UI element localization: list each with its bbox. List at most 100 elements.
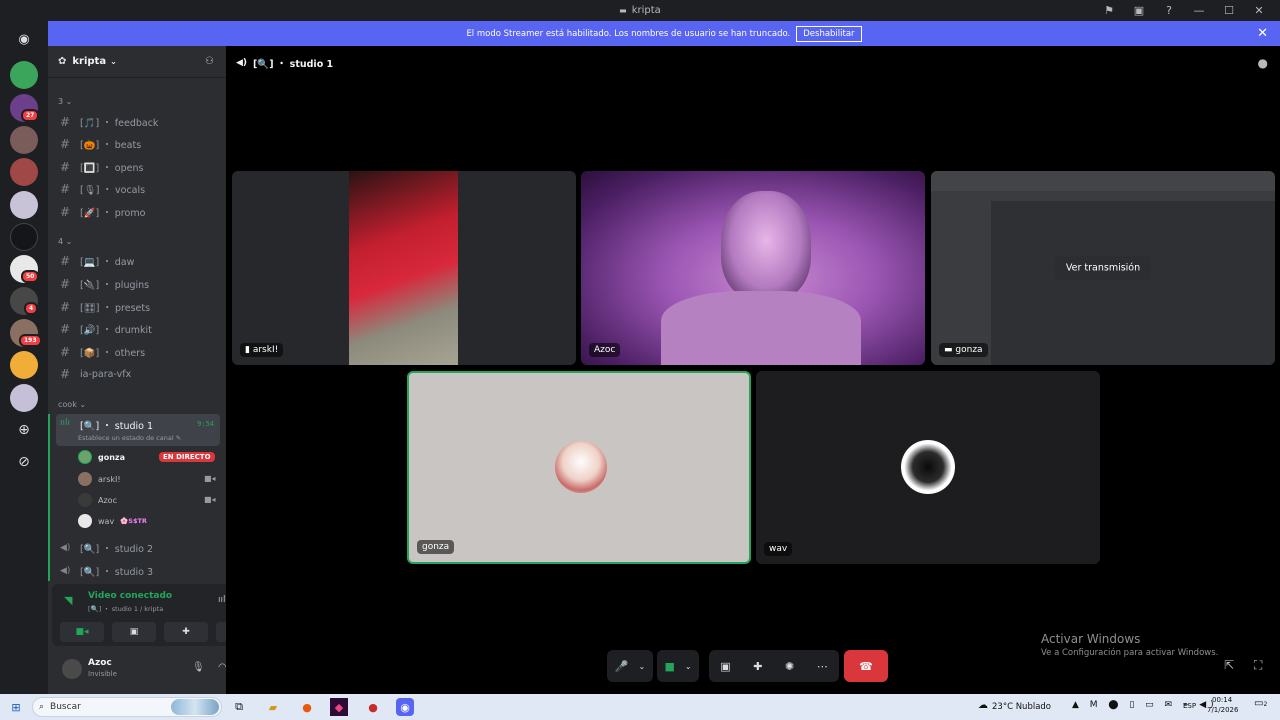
voice-member[interactable]: gonza <box>78 449 125 465</box>
tile-label: Azoc <box>589 343 621 357</box>
server-icon[interactable] <box>10 223 38 251</box>
text-channel[interactable]: # [🔌] ・ plugins <box>56 274 220 294</box>
text-channel[interactable]: # [🎃] ・ beats <box>56 134 220 154</box>
help-icon[interactable]: ? <box>1154 0 1184 21</box>
minimize-button[interactable]: — <box>1184 0 1214 21</box>
camera-toggle-button[interactable]: ■◂ <box>60 622 104 642</box>
tile-label: gonza <box>417 540 455 554</box>
activities-button[interactable]: ✚ <box>164 622 208 642</box>
mention-badge: 27 <box>21 109 40 122</box>
speaker-icon: ◀) <box>60 543 71 553</box>
avatar <box>901 440 955 494</box>
text-channel[interactable]: # [📦] ・ others <box>56 342 220 362</box>
voice-indicator-bar <box>48 414 50 581</box>
call-channel-name: [🔍] ・ studio 1 <box>253 59 334 70</box>
voice-member[interactable]: wav 🌸S$TR <box>78 513 147 529</box>
language-indicator[interactable]: ESP <box>1183 702 1196 710</box>
guild-header[interactable]: ✿ kripta ⌄ ⚇ <box>48 46 226 78</box>
voice-timer: 9:54 <box>197 420 214 428</box>
voice-channel[interactable]: ◀) [🔍] ・ studio 3 <box>56 561 220 581</box>
server-icon[interactable] <box>10 158 38 186</box>
close-button[interactable]: ✕ <box>1244 0 1274 21</box>
user-name[interactable]: Azoc <box>88 658 112 668</box>
text-channel[interactable]: # [🎙] ・ vocals <box>56 179 220 199</box>
app-icon[interactable]: ● <box>364 698 382 716</box>
explore-button[interactable]: ⊘ <box>10 448 38 476</box>
server-icon[interactable] <box>10 126 38 154</box>
chevron-down-icon[interactable]: ⌄ <box>639 662 646 671</box>
text-channel[interactable]: # [💻] ・ daw <box>56 251 220 271</box>
video-tile-speaking[interactable]: gonza <box>407 371 751 564</box>
file-explorer-icon[interactable]: ▰ <box>264 698 282 716</box>
fullscreen-icon[interactable]: ⛶ <box>1254 658 1262 673</box>
user-avatar[interactable] <box>62 659 82 679</box>
clock-time[interactable]: 00:14 <box>1212 696 1232 704</box>
text-channel[interactable]: # ia-para-vfx <box>56 364 220 384</box>
category-header[interactable]: cook ⌄ <box>58 400 86 409</box>
start-button[interactable]: ⊞ <box>7 698 25 716</box>
chat-bubble-icon[interactable]: ● <box>1258 56 1268 70</box>
windows-taskbar: ⊞ ⌕ Buscar ⧉ ▰ ● ◆ ● ◉ ☁ 23°C Nublado ▲ … <box>0 694 1280 720</box>
clock-date[interactable]: 7/1/2026 <box>1207 706 1238 714</box>
invite-icon[interactable]: ⚇ <box>205 56 214 67</box>
close-banner-icon[interactable]: ✕ <box>1257 26 1268 41</box>
video-tile[interactable]: ▮ arskI! <box>232 171 576 365</box>
video-tile[interactable]: Azoc <box>581 171 925 365</box>
notification-icon[interactable]: ▭2 <box>1254 698 1267 709</box>
maximize-button[interactable]: ☐ <box>1214 0 1244 21</box>
hash-icon: # <box>60 322 71 336</box>
more-options-icon[interactable]: ⋯ <box>817 660 828 673</box>
screen-share-icon[interactable]: ▣ <box>720 660 730 673</box>
text-channel[interactable]: # [🔊] ・ drumkit <box>56 319 220 339</box>
server-icon[interactable] <box>10 351 38 379</box>
task-view-icon[interactable]: ⧉ <box>230 698 248 716</box>
hash-icon: # <box>60 345 71 359</box>
text-channel[interactable]: # [🎵] ・ feedback <box>56 112 220 132</box>
add-server-button[interactable]: ⊕ <box>10 416 38 444</box>
inbox-icon[interactable]: ⚑ <box>1094 0 1124 21</box>
avatar <box>78 472 92 486</box>
participant-video <box>661 291 861 365</box>
channel-status-prompt[interactable]: Establece un estado de canal ✎ <box>78 434 181 442</box>
server-icon[interactable] <box>10 384 38 412</box>
microphone-icon[interactable]: 🎙 <box>192 662 205 673</box>
server-icon[interactable] <box>10 191 38 219</box>
voice-status[interactable]: Video conectado <box>88 591 172 601</box>
voice-member[interactable]: arskI! <box>78 471 121 487</box>
weather-text[interactable]: 23°C Nublado <box>992 702 1051 712</box>
disable-streamer-button[interactable]: Deshabilitar <box>796 25 862 42</box>
text-channel[interactable]: # [🔳] ・ opens <box>56 157 220 177</box>
activities-icon[interactable]: ✚ <box>753 660 762 673</box>
watch-stream-button[interactable]: Ver transmisión <box>1054 256 1152 280</box>
mailbox-icon[interactable]: ▣ <box>1124 0 1154 21</box>
hash-icon: # <box>60 300 71 314</box>
mute-control[interactable]: 🎤 ⌄ <box>607 650 653 682</box>
search-icon: ⌕ <box>39 702 45 712</box>
camera-control[interactable]: ■ ⌄ <box>657 650 699 682</box>
popout-icon[interactable]: ⇱ <box>1224 658 1234 672</box>
app-icon[interactable]: ◆ <box>330 698 348 716</box>
text-channel[interactable]: # [🚀] ・ promo <box>56 202 220 222</box>
voice-member[interactable]: Azoc <box>78 492 117 508</box>
stream-tile[interactable]: Ver transmisión ▬ gonza <box>931 171 1275 365</box>
search-placeholder: Buscar <box>50 702 81 712</box>
taskbar-search[interactable]: ⌕ Buscar <box>32 697 222 717</box>
text-channel[interactable]: # [🎛] ・ presets <box>56 297 220 317</box>
category-header[interactable]: 3 ⌄ <box>58 97 72 106</box>
home-dm-button[interactable]: ◉ <box>10 25 38 53</box>
compass-icon: ⊘ <box>18 454 30 470</box>
discord-taskbar-icon[interactable]: ◉ <box>396 698 414 716</box>
chevron-down-icon[interactable]: ⌄ <box>685 662 692 671</box>
video-tile[interactable]: wav <box>756 371 1100 564</box>
server-icon[interactable] <box>10 61 38 89</box>
voice-channel[interactable]: ◀) [🔍] ・ studio 2 <box>56 538 220 558</box>
category-header[interactable]: 4 ⌄ <box>58 237 72 246</box>
voice-location[interactable]: [🔍] ・ studio 1 / kripta <box>88 603 163 613</box>
screen-share-button[interactable]: ▣ ✚ ✺ ⋯ <box>709 650 839 682</box>
disconnect-button[interactable]: ☎ <box>844 650 888 682</box>
screen-share-button[interactable]: ▣ <box>112 622 156 642</box>
brave-browser-icon[interactable]: ● <box>298 698 316 716</box>
hash-icon: # <box>60 115 71 129</box>
soundboard-icon[interactable]: ✺ <box>785 660 794 673</box>
call-view: ◀) [🔍] ・ studio 1 ● ▮ arskI! Azoc Ver tr… <box>226 46 1280 694</box>
